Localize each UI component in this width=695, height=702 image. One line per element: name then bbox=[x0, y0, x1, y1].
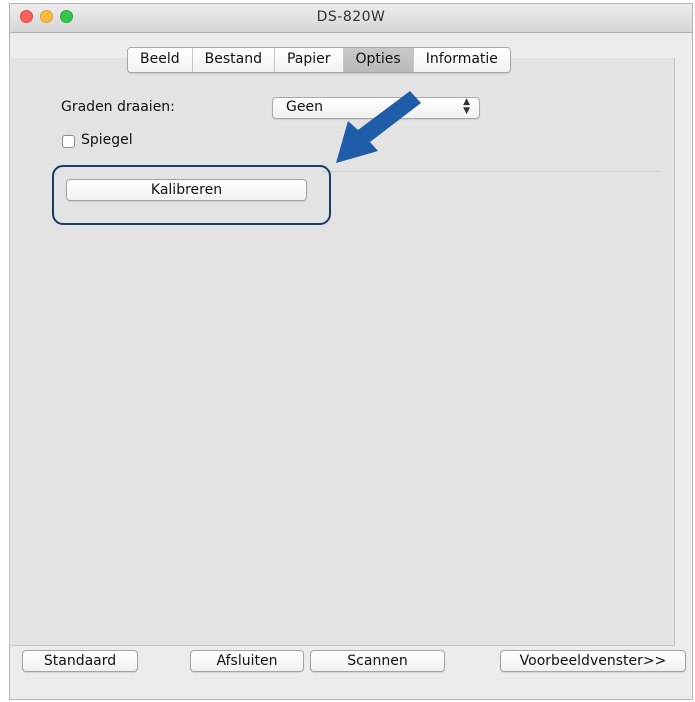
mirror-label: Spiegel bbox=[81, 132, 133, 148]
tab-informatie[interactable]: Informatie bbox=[413, 48, 510, 72]
tab-beeld[interactable]: Beeld bbox=[128, 48, 193, 72]
select-stepper-icon: ▲ ▼ bbox=[463, 97, 470, 116]
title-bar: DS-820W bbox=[10, 4, 692, 33]
preview-window-button[interactable]: Voorbeeldvenster>> bbox=[500, 650, 686, 672]
separator-line bbox=[322, 171, 660, 172]
arrow-icon bbox=[336, 91, 421, 163]
tab-opties[interactable]: Opties bbox=[343, 48, 414, 72]
rotate-select-value: Geen bbox=[286, 99, 323, 115]
rotate-label: Graden draaien: bbox=[61, 99, 175, 115]
afsluiten-button[interactable]: Afsluiten bbox=[190, 650, 304, 672]
calibrate-button[interactable]: Kalibreren bbox=[66, 179, 307, 201]
scannen-button[interactable]: Scannen bbox=[310, 650, 445, 672]
tab-bar: Beeld Bestand Papier Opties Informatie bbox=[127, 47, 511, 73]
tab-papier[interactable]: Papier bbox=[274, 48, 344, 72]
window-title: DS-820W bbox=[316, 9, 386, 25]
standaard-button[interactable]: Standaard bbox=[22, 650, 138, 672]
tab-bestand[interactable]: Bestand bbox=[192, 48, 275, 72]
mirror-checkbox[interactable] bbox=[62, 135, 75, 148]
